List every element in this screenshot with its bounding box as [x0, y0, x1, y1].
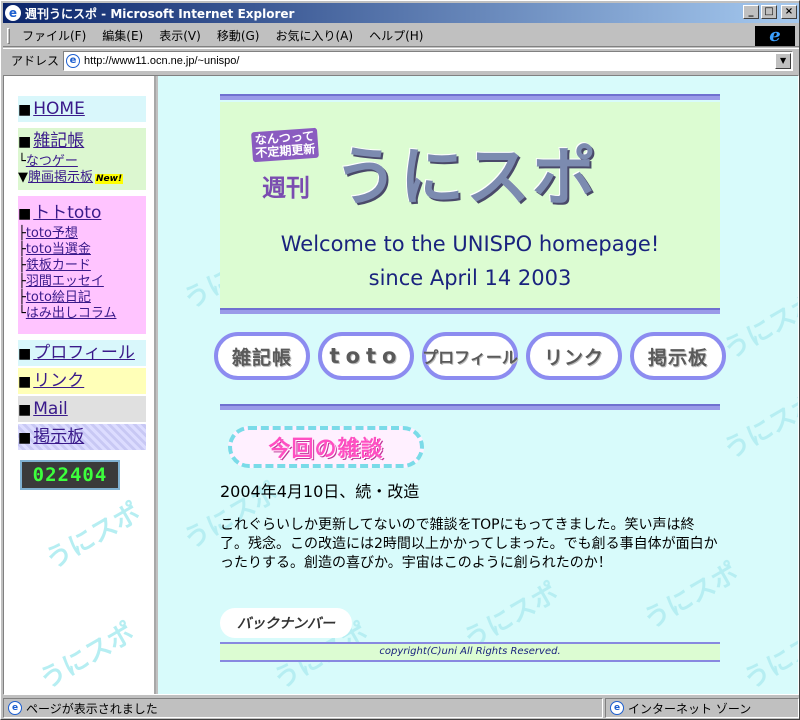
- site-banner: なんつって不定期更新 週刊 うにスポ Welcome to the UNISPO…: [220, 102, 720, 308]
- banner-bottom-rule: [220, 308, 720, 314]
- logo-weekly: 週刊: [262, 174, 310, 202]
- menu-view[interactable]: 表示(V): [151, 27, 209, 44]
- page-icon: e: [66, 53, 81, 68]
- nav-natsuge-link[interactable]: なつゲー: [26, 154, 78, 169]
- nav-mail: ■ Mail: [18, 396, 146, 422]
- nav-toto: ■ トトtoto ├toto予想 ├toto当選金 ├鉄板カード ├羽間エッセイ …: [18, 196, 146, 334]
- profile-button[interactable]: プロフィール: [422, 332, 518, 380]
- nav-bbs: ■ 掲示板: [18, 424, 146, 450]
- nav-mail-link[interactable]: Mail: [33, 399, 68, 419]
- zakki-button[interactable]: 雑記帳: [214, 332, 310, 380]
- logo-subtitle: なんつって不定期更新: [251, 127, 319, 163]
- access-counter: 022404: [20, 460, 120, 490]
- address-input[interactable]: e http://www11.ocn.ne.jp/~unispo/ ▼: [63, 50, 794, 71]
- nav-toto-sub-link[interactable]: 鉄板カード: [26, 258, 91, 273]
- internet-zone-icon: e: [610, 701, 624, 715]
- ie-throbber-icon: e: [755, 26, 795, 46]
- watermark: うにスポ: [718, 387, 798, 466]
- address-url[interactable]: http://www11.ocn.ne.jp/~unispo/: [84, 55, 239, 67]
- nav-toto-sub-link[interactable]: toto予想: [26, 226, 78, 241]
- window-title: 週刊うにスポ - Microsoft Internet Explorer: [25, 6, 295, 21]
- top-rule: [220, 94, 720, 100]
- post-date: 2004年4月10日、続・改造: [220, 482, 420, 501]
- nav-toto-sub-link[interactable]: はみ出しコラム: [26, 306, 117, 321]
- status-text-pane: e ページが表示されました: [3, 698, 603, 718]
- nav-toto-sub-link[interactable]: toto当選金: [26, 242, 91, 257]
- menu-file[interactable]: ファイル(F): [14, 27, 94, 44]
- nav-home-link[interactable]: HOME: [33, 99, 85, 119]
- watermark: うにスポ: [40, 497, 146, 576]
- status-bar: e ページが表示されました e インターネット ゾーン: [3, 698, 799, 718]
- page-done-icon: e: [8, 701, 22, 715]
- minimize-button[interactable]: _: [743, 5, 759, 19]
- zone-pane: e インターネット ゾーン: [605, 698, 799, 718]
- nav-link-section: ■ リンク: [18, 368, 146, 394]
- window-controls: _ □ ×: [743, 5, 797, 19]
- watermark: うにスポ: [738, 617, 798, 694]
- toolbar-grip[interactable]: [7, 27, 10, 44]
- counter-digits: 022404: [32, 464, 108, 486]
- nav-home: ■ HOME: [18, 96, 146, 122]
- nav-gagakeiji-link[interactable]: 脾画掲示板: [28, 170, 93, 185]
- nav-toto-sub-link[interactable]: toto絵日記: [26, 290, 91, 305]
- since-text: since April 14 2003: [368, 266, 572, 290]
- menu-go[interactable]: 移動(G): [209, 27, 268, 44]
- address-bar: アドレス e http://www11.ocn.ne.jp/~unispo/ ▼: [3, 48, 799, 72]
- nav-toto-sub-link[interactable]: 羽間エッセイ: [26, 274, 104, 289]
- menu-edit[interactable]: 編集(E): [94, 27, 151, 44]
- nav-bbs-link[interactable]: 掲示板: [33, 427, 84, 447]
- chat-section-badge: 今回の雑談: [228, 426, 424, 468]
- nav-zakki-link[interactable]: 雑記帳: [33, 131, 84, 151]
- menu-favorites[interactable]: お気に入り(A): [267, 27, 361, 44]
- menu-help[interactable]: ヘルプ(H): [361, 27, 431, 44]
- backnumber-button[interactable]: バックナンバー: [220, 608, 352, 638]
- logo-title: うにスポ: [334, 141, 598, 215]
- maximize-button[interactable]: □: [761, 5, 777, 19]
- toto-button[interactable]: toto: [318, 332, 414, 380]
- welcome-text: Welcome to the UNISPO homepage!: [280, 232, 660, 256]
- nav-profile: ■ プロフィール: [18, 340, 146, 366]
- status-text: ページが表示されました: [26, 701, 158, 716]
- copyright-footer: copyright(C)uni All Rights Reserved.: [220, 642, 720, 662]
- new-badge: New!: [95, 174, 124, 184]
- bbs-button[interactable]: 掲示板: [630, 332, 726, 380]
- section-rule: [220, 404, 720, 410]
- main-nav-buttons: 雑記帳 toto プロフィール リンク 掲示板: [214, 332, 734, 384]
- main-content-frame: うにスポ うにスポ うにスポ うにスポ うにスポ うにスポ うにスポ うにスポ …: [158, 76, 798, 694]
- zone-text: インターネット ゾーン: [628, 701, 752, 716]
- menu-bar: ファイル(F) 編集(E) 表示(V) 移動(G) お気に入り(A) ヘルプ(H…: [3, 25, 799, 47]
- left-nav-frame: うにスポ うにスポ ■ HOME ■ 雑記帳 └なつゲー ▼脾画掲示板 New! ■ ト…: [4, 76, 156, 694]
- ie-app-icon: e: [5, 5, 21, 21]
- link-button[interactable]: リンク: [526, 332, 622, 380]
- nav-link-link[interactable]: リンク: [33, 371, 84, 391]
- address-dropdown-button[interactable]: ▼: [775, 52, 792, 69]
- browser-window: e 週刊うにスポ - Microsoft Internet Explorer _…: [0, 0, 800, 720]
- page-viewport: うにスポ うにスポ ■ HOME ■ 雑記帳 └なつゲー ▼脾画掲示板 New! ■ ト…: [3, 75, 799, 695]
- nav-zakki: ■ 雑記帳 └なつゲー ▼脾画掲示板 New!: [18, 128, 146, 190]
- title-bar: e 週刊うにスポ - Microsoft Internet Explorer _…: [3, 3, 799, 23]
- post-body: これぐらいしか更新してないので雑談をTOPにもってきました。笑い声は終了。残念。…: [220, 517, 718, 571]
- watermark: うにスポ: [34, 617, 140, 694]
- chat-section-title: 今回の雑談: [268, 437, 384, 462]
- close-button[interactable]: ×: [781, 5, 797, 19]
- nav-toto-link[interactable]: トトtoto: [33, 203, 101, 223]
- site-logo: なんつって不定期更新 週刊 うにスポ: [251, 127, 632, 215]
- nav-profile-link[interactable]: プロフィール: [33, 343, 135, 363]
- address-label: アドレス: [11, 54, 60, 68]
